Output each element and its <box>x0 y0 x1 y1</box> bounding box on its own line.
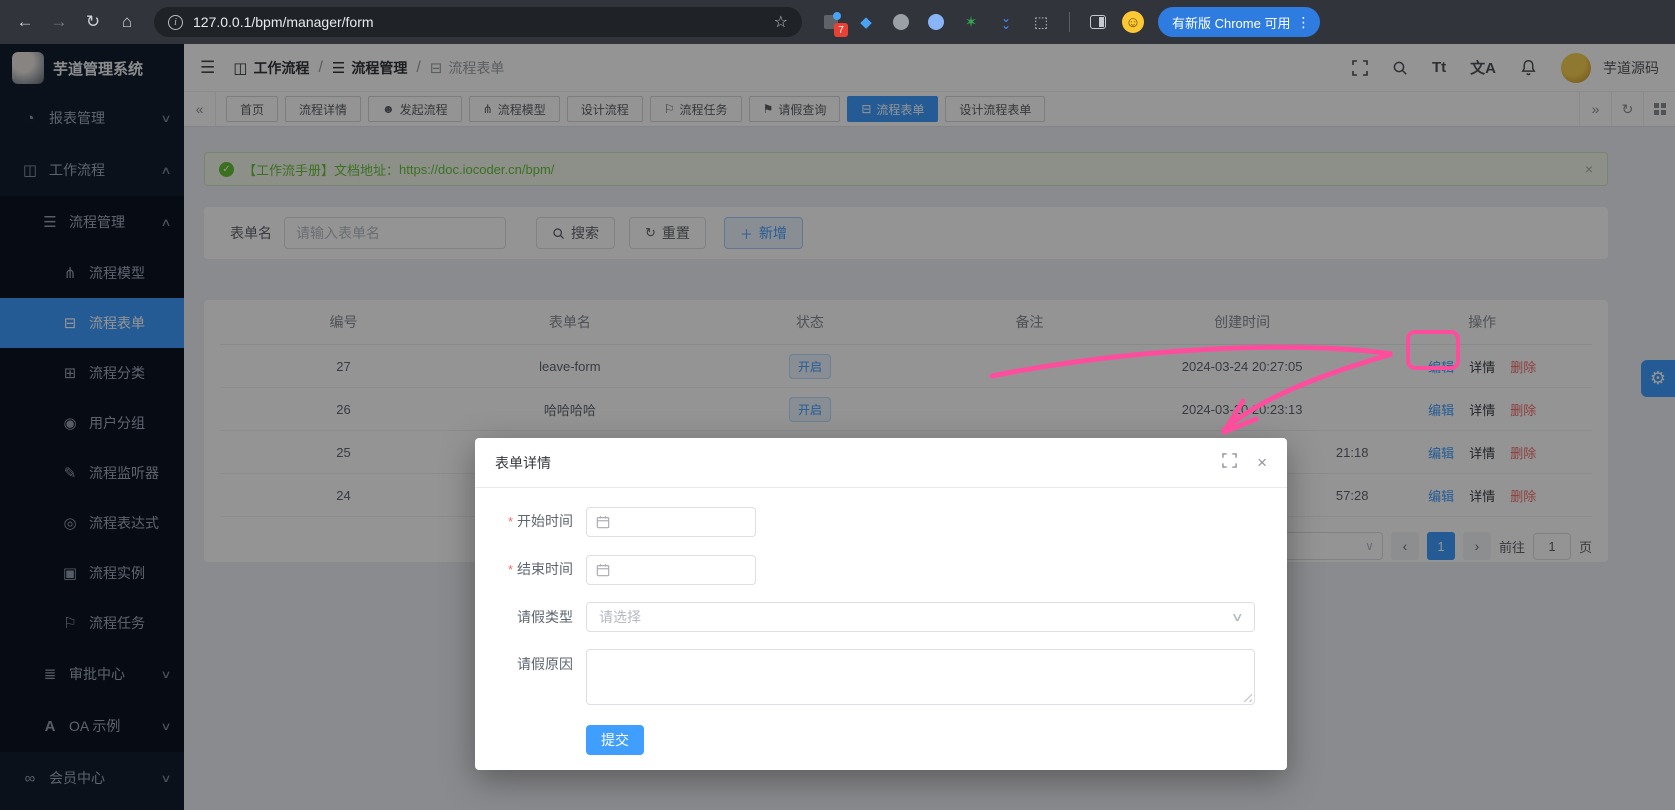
forward-icon[interactable]: → <box>44 7 74 37</box>
home-icon[interactable]: ⌂ <box>112 7 142 37</box>
field-leave-type: 请假类型 请选择 ∨ <box>485 602 1255 632</box>
submit-button[interactable]: 提交 <box>586 725 644 755</box>
url-text: 127.0.0.1/bpm/manager/form <box>193 14 374 30</box>
field-end-time: 结束时间 <box>485 554 1255 585</box>
back-icon[interactable]: ← <box>10 7 40 37</box>
leave-type-label: 请假类型 <box>517 609 573 625</box>
dialog-fullscreen-icon[interactable] <box>1222 452 1237 473</box>
dialog-body: 开始时间 结束时间 请假类型 请选择 ∨ 请假原因 <box>475 488 1287 755</box>
extension-icon[interactable]: ◆ <box>855 11 877 33</box>
extensions-puzzle-icon[interactable]: ⬚ <box>1030 11 1052 33</box>
side-panel-icon[interactable] <box>1087 11 1109 33</box>
chevron-down-icon: ∨ <box>1231 610 1245 624</box>
url-bar[interactable]: i 127.0.0.1/bpm/manager/form ☆ <box>154 7 802 37</box>
bookmark-star-icon[interactable]: ☆ <box>774 12 788 32</box>
leave-type-select[interactable]: 请选择 ∨ <box>586 602 1255 632</box>
end-time-input[interactable] <box>586 554 756 585</box>
leave-reason-label: 请假原因 <box>517 656 573 672</box>
dialog-title: 表单详情 <box>495 454 551 471</box>
browser-chrome: ← → ↻ ⌂ i 127.0.0.1/bpm/manager/form ☆ 7… <box>0 0 1675 44</box>
extension-icon[interactable]: ✶ <box>960 11 982 33</box>
chrome-menu-icon[interactable]: ⋮ <box>1290 14 1316 31</box>
calendar-icon <box>596 515 610 528</box>
site-info-icon[interactable]: i <box>168 14 183 30</box>
field-leave-reason: 请假原因 <box>485 649 1255 705</box>
dialog-close-icon[interactable]: × <box>1257 453 1267 473</box>
profile-avatar-icon[interactable]: ☺ <box>1122 11 1144 33</box>
form-detail-dialog: 表单详情 × 开始时间 结束时间 请假类型 <box>475 438 1287 770</box>
extension-icon[interactable]: ⌄ ⌄ <box>995 11 1017 33</box>
start-time-label: 开始时间 <box>485 506 573 537</box>
chrome-update-button[interactable]: 有新版 Chrome 可用 ⋮ <box>1158 7 1321 37</box>
extensions-row: 7 ◆ ✶ ⌄ ⌄ ⬚ ☺ <box>820 11 1144 37</box>
extension-badge: 7 <box>834 23 848 37</box>
screen: ← → ↻ ⌂ i 127.0.0.1/bpm/manager/form ☆ 7… <box>0 0 1675 810</box>
extension-icon[interactable] <box>890 11 912 33</box>
dialog-header: 表单详情 × <box>475 438 1287 488</box>
select-placeholder: 请选择 <box>599 609 641 625</box>
reload-icon[interactable]: ↻ <box>78 7 108 37</box>
start-time-input[interactable] <box>586 506 756 537</box>
end-time-label: 结束时间 <box>485 554 573 585</box>
leave-reason-textarea[interactable] <box>586 649 1255 705</box>
field-start-time: 开始时间 <box>485 506 1255 537</box>
extension-icon[interactable]: 7 <box>820 11 848 37</box>
extension-icon[interactable] <box>925 11 947 33</box>
calendar-icon <box>596 563 610 576</box>
